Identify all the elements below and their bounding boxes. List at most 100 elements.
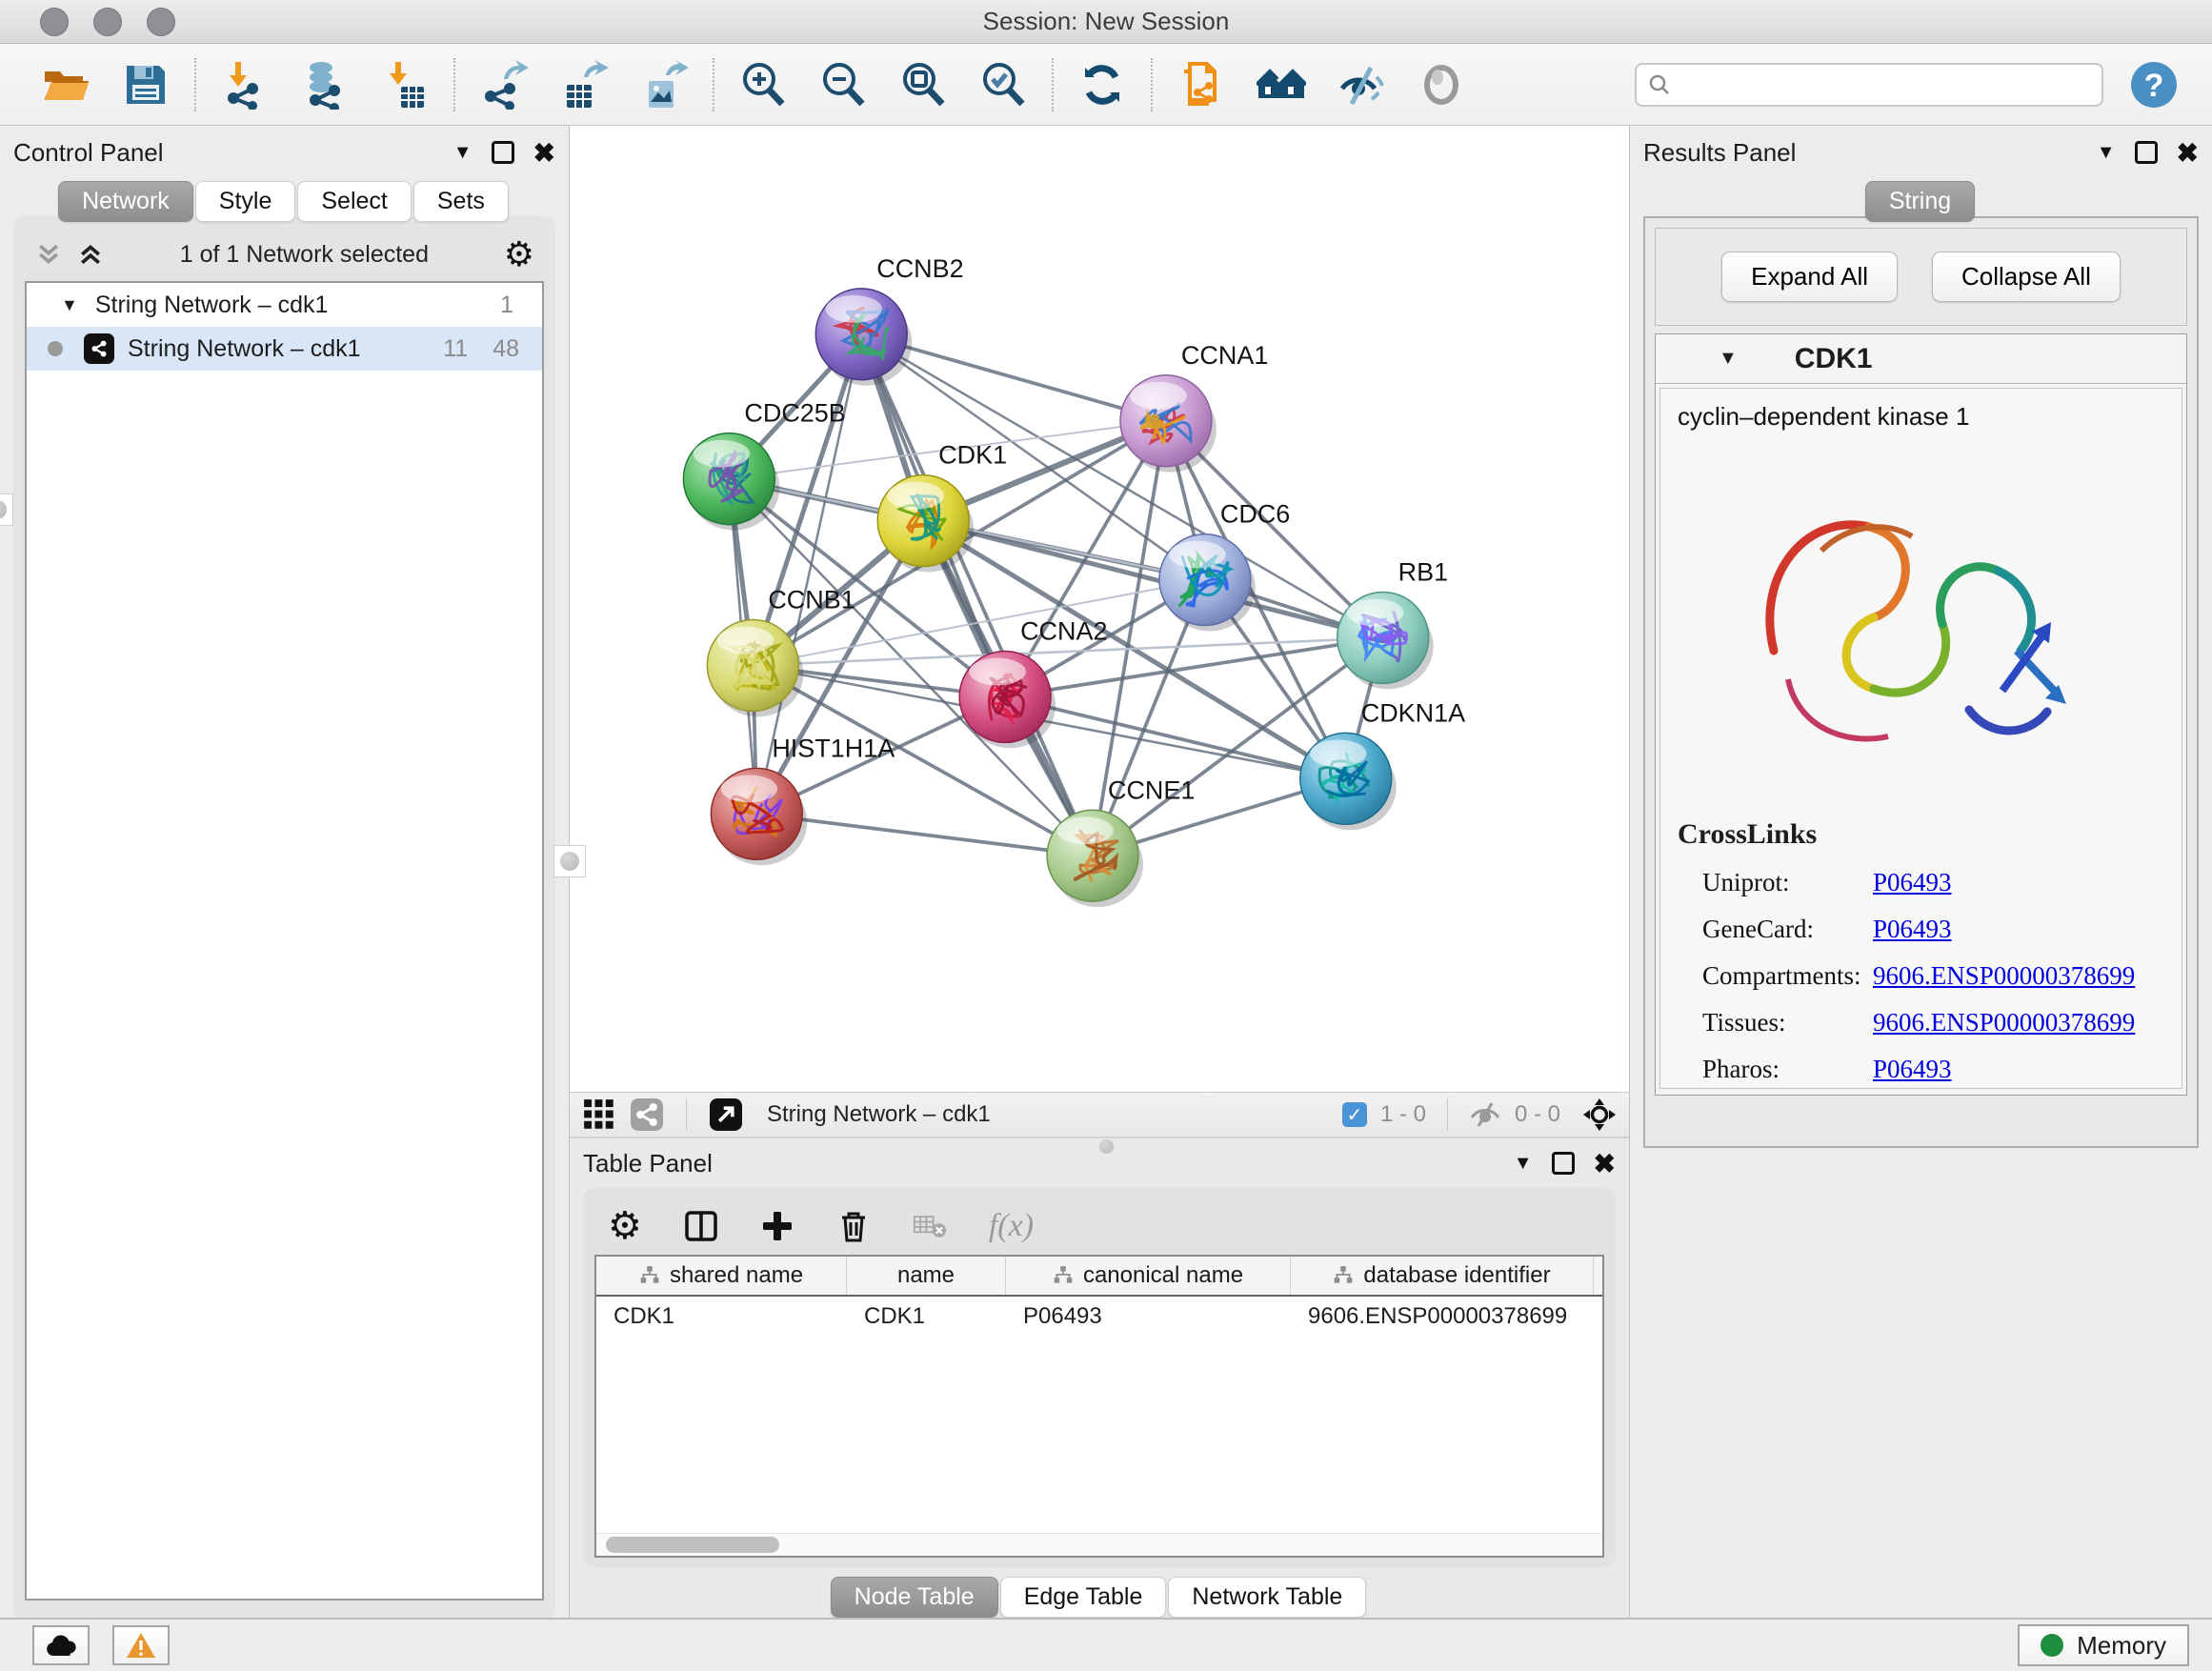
network-collection-row[interactable]: ▼ String Network – cdk1 1 xyxy=(27,283,542,327)
collapse-all-icon[interactable] xyxy=(34,240,63,269)
crosslink-link[interactable]: 9606.ENSP00000378699 xyxy=(1873,961,2135,991)
panel-close-icon[interactable]: ✖ xyxy=(1594,1148,1616,1179)
column-header-canonical-name[interactable]: canonical name xyxy=(1006,1257,1291,1295)
share-document-button[interactable] xyxy=(1176,59,1227,111)
panel-float-icon[interactable] xyxy=(2135,141,2158,164)
delete-column-icon[interactable] xyxy=(836,1209,871,1243)
panel-close-icon[interactable]: ✖ xyxy=(2177,137,2199,169)
panel-menu-icon[interactable]: ▼ xyxy=(1514,1153,1533,1175)
expand-all-button[interactable]: Expand All xyxy=(1721,252,1898,302)
tab-style[interactable]: Style xyxy=(195,181,296,222)
refresh-view-button[interactable] xyxy=(1076,59,1128,111)
selected-checkbox-icon[interactable]: ✓ xyxy=(1342,1102,1367,1127)
column-header-name[interactable]: name xyxy=(847,1257,1006,1295)
tab-network[interactable]: Network xyxy=(58,181,193,222)
network-node-cdkn1a[interactable]: CDKN1A xyxy=(1300,698,1465,830)
tab-string[interactable]: String xyxy=(1865,181,1975,222)
home-networks-button[interactable] xyxy=(1256,59,1307,111)
hide-show-button[interactable] xyxy=(1336,59,1387,111)
birdseye-navigator-icon[interactable] xyxy=(1583,1098,1616,1131)
zoom-selected-button[interactable] xyxy=(977,59,1029,111)
table-options-gear-icon[interactable]: ⚙ xyxy=(608,1207,642,1245)
crosslink-link[interactable]: P06493 xyxy=(1873,915,1952,944)
network-view-title: String Network – cdk1 xyxy=(767,1101,1327,1128)
table-cell: cyclin–dependent ... xyxy=(1594,1303,1604,1330)
zoom-in-button[interactable] xyxy=(737,59,789,111)
network-node-hist1h1a[interactable]: HIST1H1A xyxy=(711,734,895,865)
memory-button[interactable]: Memory xyxy=(2018,1624,2189,1666)
save-session-button[interactable] xyxy=(120,59,171,111)
export-network-button[interactable] xyxy=(478,59,530,111)
panel-float-icon[interactable] xyxy=(1552,1152,1575,1175)
tab-node-table[interactable]: Node Table xyxy=(831,1577,998,1618)
cloud-status-button[interactable] xyxy=(32,1625,90,1665)
export-table-button[interactable] xyxy=(558,59,610,111)
help-button[interactable]: ? xyxy=(2128,59,2180,111)
scrollbar-thumb[interactable] xyxy=(606,1537,779,1553)
expand-all-icon[interactable] xyxy=(76,240,105,269)
open-in-window-icon[interactable] xyxy=(710,1098,742,1131)
network-node-ccna1[interactable]: CCNA1 xyxy=(1120,341,1268,473)
warning-status-button[interactable] xyxy=(112,1625,170,1665)
tab-select[interactable]: Select xyxy=(297,181,411,222)
tab-edge-table[interactable]: Edge Table xyxy=(1000,1577,1167,1618)
collapse-all-button[interactable]: Collapse All xyxy=(1932,252,2121,302)
export-image-button[interactable] xyxy=(638,59,690,111)
table-row[interactable]: CDK1CDK1P064939606.ENSP00000378699cyclin… xyxy=(596,1297,1602,1337)
network-row[interactable]: String Network – cdk1 11 48 xyxy=(27,327,542,371)
results-panel: Results Panel ▼ ✖ String Expand All Coll… xyxy=(1629,126,2212,1618)
network-canvas[interactable]: CCNB2CCNA1CDC25BCDK1CDC6RB1CCNB1CCNA2CDK… xyxy=(570,126,1629,1092)
tree-expanded-icon[interactable]: ▼ xyxy=(61,295,78,315)
horizontal-splitter[interactable] xyxy=(570,1137,1629,1138)
node-table[interactable]: shared namenamecanonical namedatabase id… xyxy=(594,1255,1604,1558)
column-header-shared-name[interactable]: shared name xyxy=(596,1257,847,1295)
zoom-out-button[interactable] xyxy=(817,59,869,111)
show-columns-icon[interactable] xyxy=(684,1209,718,1243)
search-input[interactable] xyxy=(1679,71,2090,98)
network-options-gear-icon[interactable]: ⚙ xyxy=(504,237,534,272)
column-header-description[interactable]: description xyxy=(1594,1257,1604,1295)
crosslink-link[interactable]: 9606.ENSP00000378699 xyxy=(1873,1008,2135,1037)
import-network-file-button[interactable] xyxy=(219,59,271,111)
import-table-file-button[interactable] xyxy=(379,59,431,111)
delete-table-icon[interactable] xyxy=(913,1209,947,1243)
control-panel-title: Control Panel xyxy=(13,138,164,168)
table-horizontal-scrollbar[interactable] xyxy=(596,1533,1602,1556)
network-node-cdk1[interactable]: CDK1 xyxy=(877,441,1007,573)
table-panel-title: Table Panel xyxy=(583,1149,713,1178)
left-splitter-handle[interactable] xyxy=(553,845,586,877)
window-title: Session: New Session xyxy=(0,7,2212,36)
column-header-database-identifier[interactable]: database identifier xyxy=(1291,1257,1594,1295)
node-count: 11 xyxy=(443,335,468,363)
import-network-database-button[interactable] xyxy=(299,59,351,111)
network-node-cdc25b[interactable]: CDC25B xyxy=(683,399,845,531)
panel-float-icon[interactable] xyxy=(492,141,514,164)
gene-expanded-icon[interactable]: ▼ xyxy=(1719,348,1738,370)
network-view: CCNB2CCNA1CDC25BCDK1CDC6RB1CCNB1CCNA2CDK… xyxy=(570,126,1629,1137)
memory-label: Memory xyxy=(2077,1631,2166,1661)
crosslink-label: GeneCard: xyxy=(1678,915,1873,944)
crosslink-link[interactable]: P06493 xyxy=(1873,868,1952,897)
add-column-icon[interactable] xyxy=(760,1209,794,1243)
node-label: CDK1 xyxy=(938,441,1007,470)
tab-sets[interactable]: Sets xyxy=(413,181,509,222)
network-node-rb1[interactable]: RB1 xyxy=(1337,558,1448,690)
open-session-button[interactable] xyxy=(40,59,91,111)
results-panel-title: Results Panel xyxy=(1643,138,1796,168)
panel-close-icon[interactable]: ✖ xyxy=(533,137,555,169)
network-node-ccnb2[interactable]: CCNB2 xyxy=(815,254,963,386)
network-badge-icon[interactable] xyxy=(631,1098,663,1131)
network-node-ccne1[interactable]: CCNE1 xyxy=(1047,775,1195,907)
crosslink-link[interactable]: P06493 xyxy=(1873,1055,1952,1084)
grid-view-icon[interactable] xyxy=(583,1098,615,1131)
panel-menu-icon[interactable]: ▼ xyxy=(2097,142,2116,164)
tab-network-table[interactable]: Network Table xyxy=(1168,1577,1366,1618)
show-graphics-button[interactable] xyxy=(1416,59,1467,111)
control-panel-tabs: NetworkStyleSelectSets xyxy=(13,181,555,222)
node-label: CDC25B xyxy=(744,399,845,428)
toolbar-search[interactable] xyxy=(1635,63,2103,107)
function-builder-button[interactable]: f(x) xyxy=(989,1208,1034,1244)
zoom-fit-button[interactable] xyxy=(897,59,949,111)
panel-menu-icon[interactable]: ▼ xyxy=(453,142,473,164)
right-splitter-handle[interactable] xyxy=(0,493,13,526)
